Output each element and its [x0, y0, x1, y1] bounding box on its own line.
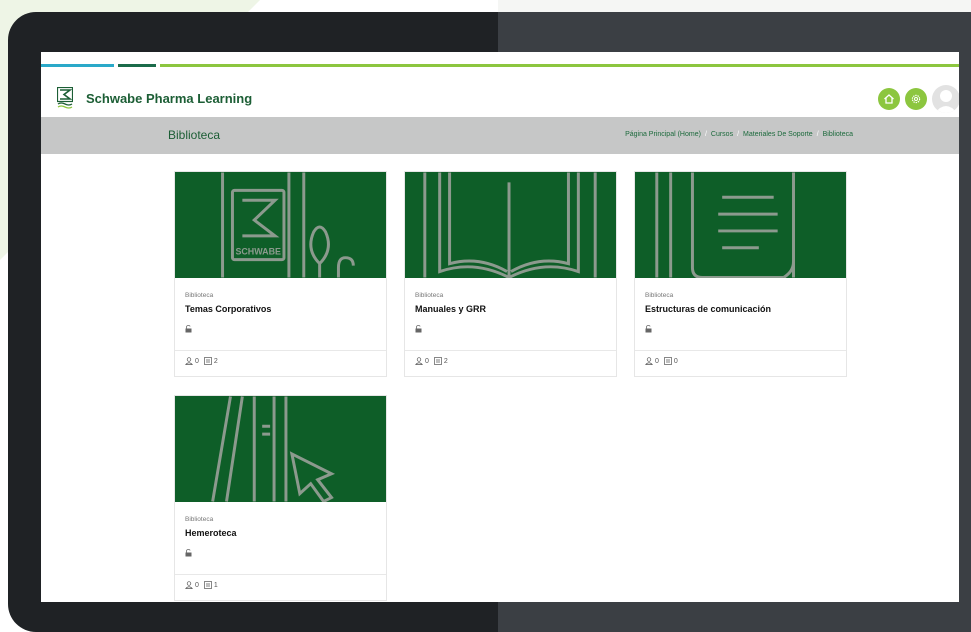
card-category: Biblioteca — [415, 292, 444, 299]
enrolled-count: 0 — [195, 581, 199, 589]
card-title[interactable]: Estructuras de comunicación — [645, 304, 771, 314]
content-icon — [204, 357, 212, 365]
breadcrumb-courses[interactable]: Cursos — [711, 131, 733, 138]
navbar: Schwabe Pharma Learning — [41, 80, 959, 120]
schwabe-building-image: SCHWABE — [221, 172, 355, 278]
settings-button[interactable] — [905, 88, 927, 110]
card-category: Biblioteca — [185, 292, 214, 299]
home-button[interactable] — [878, 88, 900, 110]
unlock-icon — [185, 549, 192, 557]
card-category: Biblioteca — [645, 292, 674, 299]
enrolled-count: 0 — [425, 357, 429, 365]
card-meta: 0 2 — [415, 357, 448, 365]
breadcrumb-home[interactable]: Página Principal (Home) — [625, 131, 701, 138]
course-card-manuales-grr[interactable]: Biblioteca Manuales y GRR 0 2 — [404, 171, 617, 377]
books-cursor-image — [211, 396, 336, 502]
content-icon — [434, 357, 442, 365]
enrolled-count: 0 — [195, 357, 199, 365]
avatar-icon — [935, 90, 957, 113]
enrolled-count: 0 — [655, 357, 659, 365]
course-card-temas-corporativos[interactable]: SCHWABE Biblioteca Temas Corporativos 0 … — [174, 171, 387, 377]
breadcrumb-support-materials[interactable]: Materiales De Soporte — [743, 131, 813, 138]
card-divider — [635, 350, 846, 351]
card-title[interactable]: Manuales y GRR — [415, 304, 486, 314]
user-icon — [185, 581, 193, 589]
content-count: 2 — [213, 357, 218, 365]
user-icon — [415, 357, 423, 365]
brand-name[interactable]: Schwabe Pharma Learning — [86, 91, 252, 106]
unlock-icon — [415, 325, 422, 333]
course-thumbnail[interactable]: SCHWABE — [175, 172, 386, 278]
card-divider — [175, 574, 386, 575]
user-icon — [645, 357, 653, 365]
course-thumbnail[interactable] — [405, 172, 616, 278]
browser-screen: Schwabe Pharma Learning Biblioteca Págin… — [41, 52, 959, 602]
card-divider — [175, 350, 386, 351]
top-color-stripe — [41, 64, 959, 67]
monitor-frame: Schwabe Pharma Learning Biblioteca Págin… — [8, 12, 971, 632]
course-thumbnail[interactable] — [175, 396, 386, 502]
card-image-text: SCHWABE — [235, 247, 281, 257]
breadcrumb: Página Principal (Home) / Cursos / Mater… — [625, 131, 853, 138]
document-image — [655, 172, 795, 278]
unlock-icon — [185, 325, 192, 333]
user-avatar[interactable] — [932, 85, 959, 113]
content-count: 0 — [673, 357, 678, 365]
unlock-icon — [645, 325, 652, 333]
page-header: Biblioteca Página Principal (Home) / Cur… — [41, 117, 959, 154]
user-icon — [185, 357, 193, 365]
card-meta: 0 2 — [185, 357, 218, 365]
content-count: 2 — [443, 357, 448, 365]
page-title: Biblioteca — [168, 128, 221, 142]
open-book-image — [423, 172, 597, 278]
home-icon — [884, 94, 894, 104]
card-meta: 0 0 — [645, 357, 678, 365]
gear-icon — [911, 94, 921, 104]
card-meta: 0 1 — [185, 581, 218, 589]
card-title[interactable]: Temas Corporativos — [185, 304, 271, 314]
course-card-hemeroteca[interactable]: Biblioteca Hemeroteca 0 1 — [174, 395, 387, 601]
course-card-estructuras-comunicacion[interactable]: Biblioteca Estructuras de comunicación 0… — [634, 171, 847, 377]
course-thumbnail[interactable] — [635, 172, 846, 278]
content-icon — [664, 357, 672, 365]
card-divider — [405, 350, 616, 351]
content-count: 1 — [213, 581, 218, 589]
schwabe-logo-icon[interactable] — [57, 87, 73, 109]
content-icon — [204, 581, 212, 589]
card-category: Biblioteca — [185, 516, 214, 523]
breadcrumb-library[interactable]: Biblioteca — [823, 131, 853, 138]
card-title[interactable]: Hemeroteca — [185, 528, 237, 538]
